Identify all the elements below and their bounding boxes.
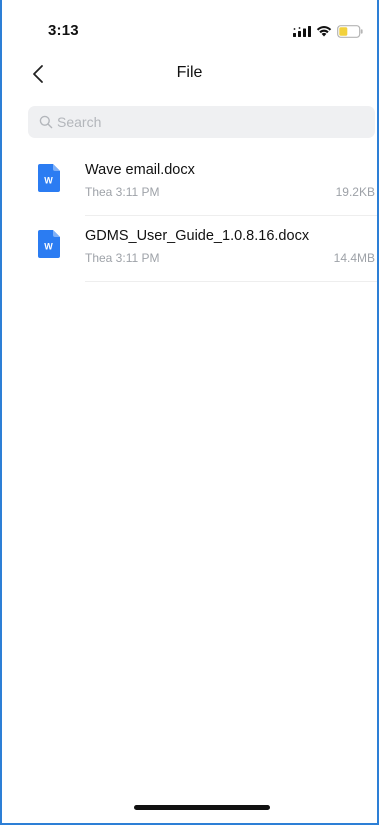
status-time: 3:13 [48,22,79,39]
file-name: Wave email.docx [85,162,195,178]
word-document-icon: W [38,230,60,258]
word-document-icon: W [38,164,60,192]
file-meta: Thea 3:11 PM [85,251,160,265]
file-name: GDMS_User_Guide_1.0.8.16.docx [85,228,310,244]
phone-screen: 3:13 File Search W Wave email.docx Thea … [0,0,379,825]
file-list: W Wave email.docx Thea 3:11 PM 19.2KB W … [2,150,377,282]
cellular-signal-icon [293,25,311,37]
nav-bar: File [2,60,377,92]
search-icon [39,115,53,129]
file-size: 19.2KB [335,185,375,199]
battery-icon [337,24,363,38]
status-icons [293,24,363,38]
wifi-icon [316,25,332,37]
status-bar: 3:13 [2,0,377,60]
home-indicator[interactable] [134,805,270,810]
svg-text:W: W [44,176,53,186]
page-title: File [176,64,203,81]
file-list-item[interactable]: W GDMS_User_Guide_1.0.8.16.docx Thea 3:1… [2,216,377,282]
divider [85,281,377,282]
search-bar[interactable] [28,106,375,138]
file-meta: Thea 3:11 PM [85,185,160,199]
search-input[interactable] [57,114,357,130]
file-size: 14.4MB [333,251,375,265]
svg-text:W: W [44,242,53,252]
file-list-item[interactable]: W Wave email.docx Thea 3:11 PM 19.2KB [2,150,377,216]
